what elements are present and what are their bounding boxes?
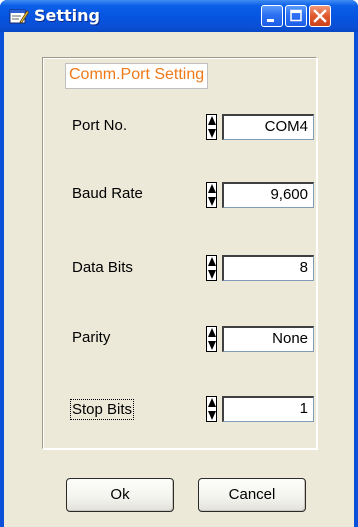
stop-bits-label: Stop Bits	[69, 399, 135, 420]
parity-spinner[interactable]	[206, 326, 217, 352]
title-bar[interactable]: Setting	[0, 0, 358, 32]
stop-bits-field[interactable]: 1	[222, 396, 314, 422]
cancel-button[interactable]: Cancel	[198, 478, 306, 512]
spin-down-icon[interactable]	[208, 340, 216, 351]
maximize-button[interactable]	[285, 5, 307, 27]
window-title: Setting	[34, 6, 100, 25]
spin-up-icon[interactable]	[208, 397, 216, 408]
spin-down-icon[interactable]	[208, 128, 216, 139]
close-icon	[313, 9, 327, 23]
port-no-spinner[interactable]	[206, 114, 217, 140]
baud-rate-label: Baud Rate	[72, 185, 143, 202]
data-bits-field[interactable]: 8	[222, 255, 314, 281]
spin-down-icon[interactable]	[208, 410, 216, 421]
minimize-button[interactable]	[261, 5, 283, 27]
ok-button[interactable]: Ok	[66, 478, 174, 512]
baud-rate-spinner[interactable]	[206, 182, 217, 208]
close-button[interactable]	[309, 5, 331, 27]
maximize-icon	[290, 9, 302, 22]
minimize-icon	[267, 19, 274, 22]
spin-up-icon[interactable]	[208, 183, 216, 194]
groupbox-title: Comm.Port Setting	[65, 63, 209, 89]
stop-bits-spinner[interactable]	[206, 396, 217, 422]
spin-down-icon[interactable]	[208, 269, 216, 280]
parity-label: Parity	[72, 329, 111, 346]
port-no-field[interactable]: COM4	[222, 114, 314, 140]
spin-up-icon[interactable]	[208, 256, 216, 267]
baud-rate-field[interactable]: 9,600	[222, 182, 314, 208]
data-bits-label: Data Bits	[72, 259, 133, 276]
spin-up-icon[interactable]	[208, 327, 216, 338]
spin-up-icon[interactable]	[208, 115, 216, 126]
spin-down-icon[interactable]	[208, 196, 216, 207]
setting-app-icon	[9, 9, 29, 24]
setting-window: Setting Comm.Port Setting Port No. COM4 …	[0, 0, 358, 527]
port-no-label: Port No.	[72, 117, 128, 134]
parity-field[interactable]: None	[222, 326, 314, 352]
data-bits-spinner[interactable]	[206, 255, 217, 281]
